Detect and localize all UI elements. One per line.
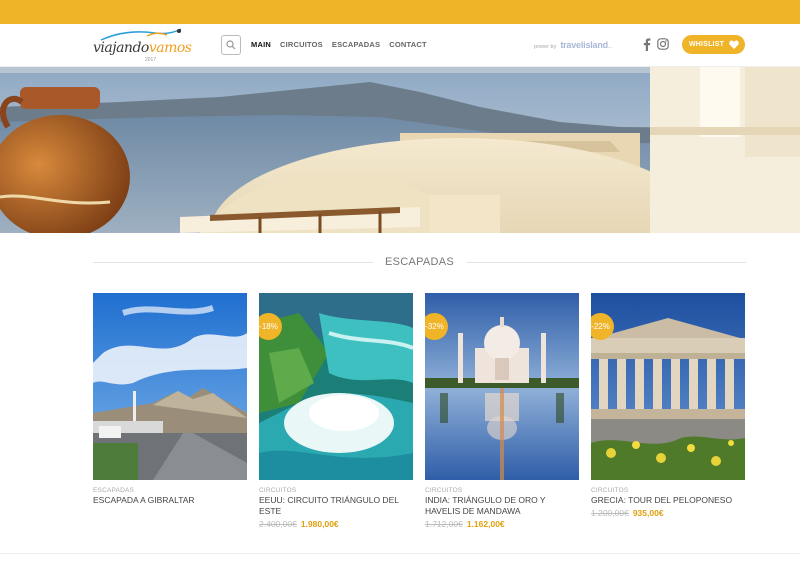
powered-by-label: power by — [534, 44, 557, 50]
old-price: 1.712,00€ — [425, 519, 463, 529]
niagara-photo — [259, 293, 413, 480]
top-bar — [0, 0, 800, 24]
product-card: -22% CIRCUITOS GRECIA: TOUR DEL PELOPONE… — [591, 293, 745, 518]
section-title-text: ESCAPADAS — [384, 256, 455, 268]
product-image[interactable]: -18% — [259, 293, 413, 480]
parthenon-photo — [591, 293, 745, 480]
search-icon — [226, 40, 236, 50]
logo-tagline: 2017 — [145, 57, 157, 63]
logo-text: viajandovamos — [93, 40, 192, 56]
site-header: viajandovamos 2017 MAIN CIRCUITOS ESCAPA… — [0, 24, 800, 67]
product-card: -32% CIRCUITOS INDIA: TRIÁNGULO DE ORO Y… — [425, 293, 579, 529]
nav-item-circuitos[interactable]: CIRCUITOS — [280, 40, 323, 49]
product-category: CIRCUITOS — [425, 487, 463, 494]
product-price: 1.712,00€ 1.162,00€ — [425, 519, 579, 529]
sale-price: 1.980,00€ — [300, 519, 339, 529]
product-image[interactable]: -22% — [591, 293, 745, 480]
product-image[interactable] — [93, 293, 247, 480]
heart-icon — [729, 40, 739, 49]
section-title-escapadas: ESCAPADAS — [93, 254, 747, 270]
search-button[interactable] — [221, 35, 241, 55]
main-nav: MAIN CIRCUITOS ESCAPADAS CONTACT — [251, 40, 427, 49]
wishlist-label: WHISLIST — [689, 41, 725, 48]
product-category: CIRCUITOS — [591, 487, 629, 494]
site-logo[interactable]: viajandovamos 2017 — [93, 27, 192, 65]
product-price: 1.200,00€ 935,00€ — [591, 508, 745, 518]
divider-right — [466, 261, 747, 263]
hero-image — [0, 67, 800, 233]
product-image[interactable]: -32% — [425, 293, 579, 480]
product-price: 2.400,00€ 1.980,00€ — [259, 519, 413, 529]
product-name[interactable]: EEUU: CIRCUITO TRIÁNGULO DEL ESTE — [259, 495, 413, 517]
product-name[interactable]: INDIA: TRIÁNGULO DE ORO Y HAVELIS DE MAN… — [425, 495, 579, 517]
powered-by-brand: travelisland... — [560, 40, 612, 50]
product-name[interactable]: GRECIA: TOUR DEL PELOPONESO — [591, 495, 745, 506]
sale-price: 1.162,00€ — [466, 519, 505, 529]
taj-mahal-photo — [425, 293, 579, 480]
old-price: 1.200,00€ — [591, 508, 629, 518]
divider-left — [93, 261, 373, 263]
hero-banner — [0, 67, 800, 233]
powered-by[interactable]: power by travelisland... — [534, 40, 612, 50]
facebook-icon[interactable] — [643, 38, 651, 51]
product-card: ESCAPADAS ESCAPADA A GIBRALTAR — [93, 293, 247, 506]
wishlist-button[interactable]: WHISLIST — [682, 35, 745, 54]
nav-item-contact[interactable]: CONTACT — [389, 40, 427, 49]
instagram-icon[interactable] — [657, 38, 669, 50]
product-card: -18% CIRCUITOS EEUU: CIRCUITO TRIÁNGULO … — [259, 293, 413, 529]
product-name[interactable]: ESCAPADA A GIBRALTAR — [93, 495, 247, 506]
sale-price: 935,00€ — [632, 508, 664, 518]
nav-item-main[interactable]: MAIN — [251, 40, 271, 49]
old-price: 2.400,00€ — [259, 519, 297, 529]
product-category: CIRCUITOS — [259, 487, 297, 494]
footer-divider — [0, 553, 800, 554]
product-category: ESCAPADAS — [93, 487, 135, 494]
gibraltar-photo — [93, 293, 247, 480]
nav-item-escapadas[interactable]: ESCAPADAS — [332, 40, 380, 49]
